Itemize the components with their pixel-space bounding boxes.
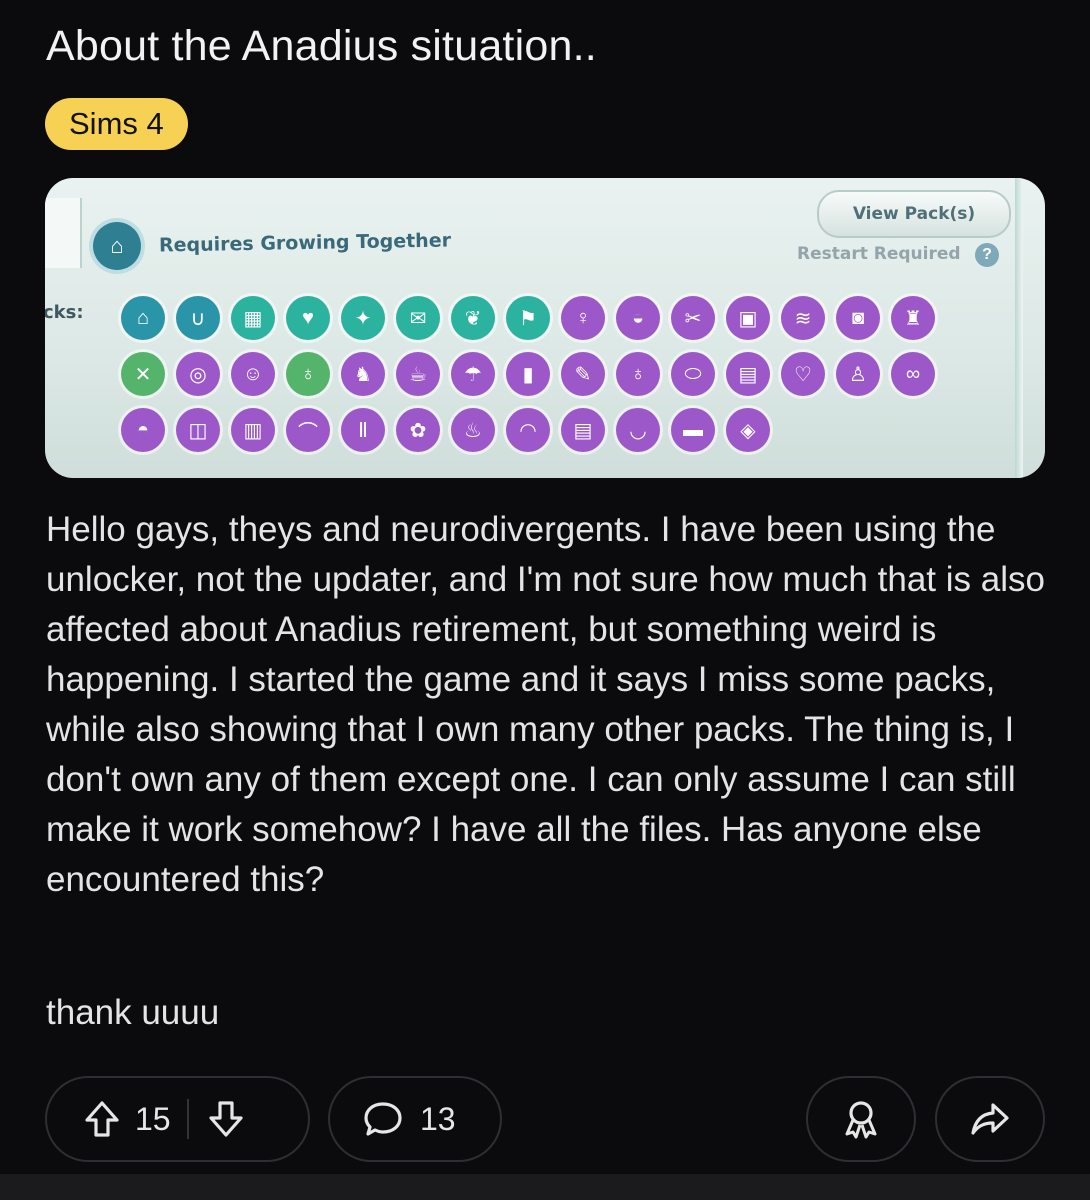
pack-icon: ▥ bbox=[231, 408, 275, 452]
pack-icon: ▣ bbox=[726, 296, 770, 340]
pack-icon: ⌂ bbox=[121, 296, 165, 340]
pack-icon: ♨ bbox=[451, 408, 495, 452]
pack-icon: ◠ bbox=[506, 408, 550, 452]
pack-icon: ♁ bbox=[616, 352, 660, 396]
pack-icon: ✂ bbox=[671, 296, 715, 340]
panel-divider bbox=[1015, 178, 1023, 478]
upvote-icon[interactable] bbox=[83, 1099, 121, 1139]
packs-label: cks: bbox=[45, 302, 84, 323]
pack-icon: ♀ bbox=[561, 296, 605, 340]
award-button[interactable] bbox=[806, 1076, 916, 1162]
pack-icon: ✎ bbox=[561, 352, 605, 396]
comment-icon bbox=[362, 1099, 404, 1139]
pack-icons-row-2: ✕ ◎ ☺ ♁ ♞ ☕ ☂ ▮ ✎ ♁ ⬭ ▤ ♡ ♙ ∞ bbox=[121, 352, 935, 396]
post-image[interactable]: ⌂ Requires Growing Together View Pack(s)… bbox=[45, 178, 1045, 478]
pack-icon: ◈ bbox=[726, 408, 770, 452]
pack-icon: ≋ bbox=[781, 296, 825, 340]
requires-pack-text: Requires Growing Together bbox=[158, 229, 452, 257]
pack-icon: ⌒ bbox=[286, 408, 330, 452]
pack-icon: ♜ bbox=[891, 296, 935, 340]
flair-badge[interactable]: Sims 4 bbox=[45, 98, 188, 150]
vote-bar: 15 bbox=[45, 1076, 310, 1162]
pack-icon: ♙ bbox=[836, 352, 880, 396]
pack-icon: ◫ bbox=[176, 408, 220, 452]
post-title: About the Anadius situation.. bbox=[46, 22, 597, 70]
upvote-count: 15 bbox=[135, 1100, 171, 1137]
comment-count: 13 bbox=[420, 1100, 456, 1137]
bottom-bar bbox=[0, 1174, 1090, 1200]
comments-button[interactable]: 13 bbox=[328, 1076, 502, 1162]
pack-icon: ▤ bbox=[726, 352, 770, 396]
share-button[interactable] bbox=[935, 1076, 1045, 1162]
pack-icon: ⚑ bbox=[506, 296, 550, 340]
post-body: Hello gays, theys and neurodivergents. I… bbox=[46, 510, 1045, 899]
pack-icon: ◎ bbox=[176, 352, 220, 396]
pack-icon: ∞ bbox=[891, 352, 935, 396]
pack-icon: ♞ bbox=[341, 352, 385, 396]
pack-icon: ▮ bbox=[506, 352, 550, 396]
downvote-icon[interactable] bbox=[207, 1099, 245, 1139]
pack-icon: ✕ bbox=[121, 352, 165, 396]
panel-edge bbox=[45, 198, 82, 268]
pack-icon: ⬭ bbox=[671, 352, 715, 396]
pack-icon: ☂ bbox=[451, 352, 495, 396]
pack-icons-row-3: ◓ ◫ ▥ ⌒ Ⅱ ✿ ♨ ◠ ▤ ◡ ▬ ◈ bbox=[121, 408, 770, 452]
pack-icon: ❦ bbox=[451, 296, 495, 340]
view-packs-button: View Pack(s) bbox=[817, 190, 1011, 238]
award-icon bbox=[841, 1098, 881, 1140]
pack-icon: ✉ bbox=[396, 296, 440, 340]
pack-icons-row-1: ⌂ ∪ ▦ ♥ ✦ ✉ ❦ ⚑ ♀ ◒ ✂ ▣ ≋ ◙ ♜ bbox=[121, 296, 935, 340]
pack-icon: ▤ bbox=[561, 408, 605, 452]
pack-icon: ◒ bbox=[616, 296, 660, 340]
restart-required-text: Restart Required bbox=[797, 244, 961, 264]
vote-separator bbox=[186, 1099, 189, 1139]
share-icon bbox=[969, 1100, 1011, 1138]
pack-icon: ✿ bbox=[396, 408, 440, 452]
pack-icon: ◙ bbox=[836, 296, 880, 340]
pack-icon: Ⅱ bbox=[341, 408, 385, 452]
house-icon: ⌂ bbox=[93, 222, 141, 270]
pack-icon: ▦ bbox=[231, 296, 275, 340]
pack-icon: ♁ bbox=[286, 352, 330, 396]
pack-icon: ☕ bbox=[396, 352, 440, 396]
pack-icon: ♡ bbox=[781, 352, 825, 396]
pack-icon: ◡ bbox=[616, 408, 660, 452]
pack-icon: ◓ bbox=[121, 408, 165, 452]
post-signoff: thank uuuu bbox=[46, 993, 220, 1032]
pack-icon: ∪ bbox=[176, 296, 220, 340]
pack-icon: ☺ bbox=[231, 352, 275, 396]
help-icon: ? bbox=[975, 243, 999, 267]
pack-icon: ✦ bbox=[341, 296, 385, 340]
pack-icon: ▬ bbox=[671, 408, 715, 452]
pack-icon: ♥ bbox=[286, 296, 330, 340]
